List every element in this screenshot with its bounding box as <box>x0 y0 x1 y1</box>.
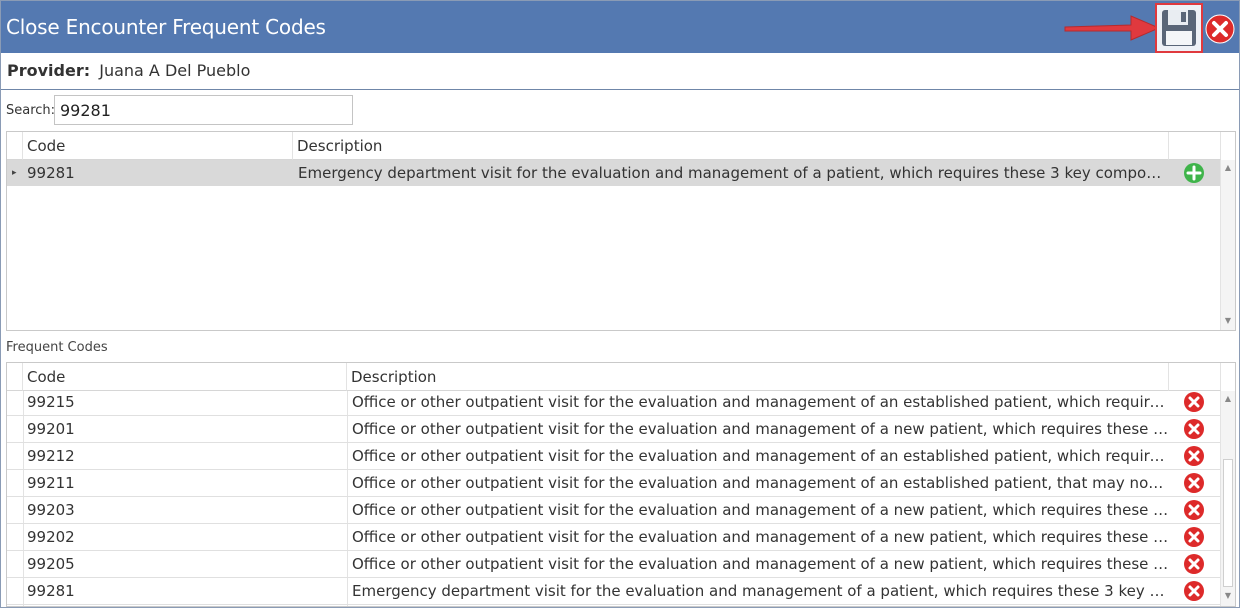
remove-code-icon[interactable] <box>1183 499 1205 521</box>
column-header-description[interactable]: Description <box>347 363 1169 391</box>
search-input[interactable] <box>54 95 353 125</box>
code-cell: 99202 <box>27 528 75 546</box>
remove-code-icon[interactable] <box>1183 472 1205 494</box>
column-header-action <box>1169 363 1221 391</box>
close-x-icon <box>1205 14 1235 44</box>
provider-label: Provider: <box>7 61 91 80</box>
table-row[interactable]: 99205 Office or other outpatient visit fo… <box>7 551 1220 578</box>
save-button[interactable] <box>1155 3 1203 53</box>
remove-code-icon[interactable] <box>1183 418 1205 440</box>
column-header-action <box>1169 132 1221 160</box>
search-results-grid: Code Description ▸ 99281 Emergency depar… <box>6 131 1236 331</box>
code-cell: 99203 <box>27 501 75 519</box>
remove-code-icon[interactable] <box>1183 445 1205 467</box>
row-indicator-header <box>7 363 23 391</box>
remove-code-icon[interactable] <box>1183 580 1205 602</box>
description-cell: Office or other outpatient visit for the… <box>352 474 1169 492</box>
search-label: Search: <box>6 103 56 118</box>
code-cell: 99281 <box>27 582 75 600</box>
code-cell: 99211 <box>27 474 75 492</box>
remove-code-icon[interactable] <box>1183 526 1205 548</box>
red-arrow-annotation <box>1064 15 1161 41</box>
table-row[interactable]: 99211 Office or other outpatient visit fo… <box>7 470 1220 497</box>
dialog-window: Close Encounter Frequent Codes Provider:… <box>0 0 1240 608</box>
description-cell: Emergency department visit for the evalu… <box>298 164 1169 182</box>
window-title: Close Encounter Frequent Codes <box>6 15 326 39</box>
description-cell: Office or other outpatient visit for the… <box>352 447 1169 465</box>
frequent-scrollbar[interactable]: ▲ ▼ <box>1220 391 1235 606</box>
table-row[interactable]: 99212 Office or other outpatient visit fo… <box>7 443 1220 470</box>
scroll-down-icon[interactable]: ▼ <box>1223 591 1233 601</box>
provider-row: Provider: Juana A Del Pueblo <box>7 61 250 80</box>
row-indicator-header <box>7 132 23 160</box>
table-row[interactable]: 99202 Office or other outpatient visit fo… <box>7 524 1220 551</box>
table-row[interactable]: ▸ 99281 Emergency department visit for t… <box>7 160 1220 186</box>
description-cell: Emergency department visit for the evalu… <box>352 582 1169 600</box>
divider <box>1 89 1239 90</box>
column-header-description[interactable]: Description <box>293 132 1169 160</box>
description-cell: Office or other outpatient visit for the… <box>352 555 1169 573</box>
code-cell: 99205 <box>27 555 75 573</box>
floppy-disk-icon <box>1162 10 1196 46</box>
scroll-up-icon[interactable]: ▲ <box>1223 163 1233 173</box>
code-cell: 99212 <box>27 447 75 465</box>
frequent-codes-grid: Code Description 99215 Office or other ou… <box>6 362 1236 607</box>
remove-code-icon[interactable] <box>1183 391 1205 413</box>
remove-code-icon[interactable] <box>1183 553 1205 575</box>
code-cell: 99281 <box>27 164 75 182</box>
description-cell: Office or other outpatient visit for the… <box>352 420 1169 438</box>
description-cell: Office or other outpatient visit for the… <box>352 528 1169 546</box>
table-row[interactable]: 99281 Emergency department visit for the … <box>7 578 1220 605</box>
scroll-thumb[interactable] <box>1223 459 1233 587</box>
frequent-codes-label: Frequent Codes <box>6 340 108 355</box>
table-row[interactable]: 99215 Office or other outpatient visit fo… <box>7 389 1220 416</box>
column-header-code[interactable]: Code <box>23 132 293 160</box>
close-button[interactable] <box>1205 14 1235 44</box>
add-code-icon[interactable] <box>1183 162 1205 184</box>
code-cell: 99201 <box>27 420 75 438</box>
code-cell: 99215 <box>27 393 75 411</box>
column-header-code[interactable]: Code <box>23 363 347 391</box>
provider-name: Juana A Del Pueblo <box>99 61 251 80</box>
current-row-indicator: ▸ <box>12 168 17 178</box>
title-bar: Close Encounter Frequent Codes <box>1 1 1239 53</box>
description-cell: Office or other outpatient visit for the… <box>352 393 1169 411</box>
table-row[interactable]: 99203 Office or other outpatient visit fo… <box>7 497 1220 524</box>
scroll-up-icon[interactable]: ▲ <box>1223 394 1233 404</box>
scroll-down-icon[interactable]: ▼ <box>1223 316 1233 326</box>
table-row[interactable]: 99201 Office or other outpatient visit fo… <box>7 416 1220 443</box>
results-scrollbar[interactable]: ▲ ▼ <box>1220 160 1235 330</box>
description-cell: Office or other outpatient visit for the… <box>352 501 1169 519</box>
